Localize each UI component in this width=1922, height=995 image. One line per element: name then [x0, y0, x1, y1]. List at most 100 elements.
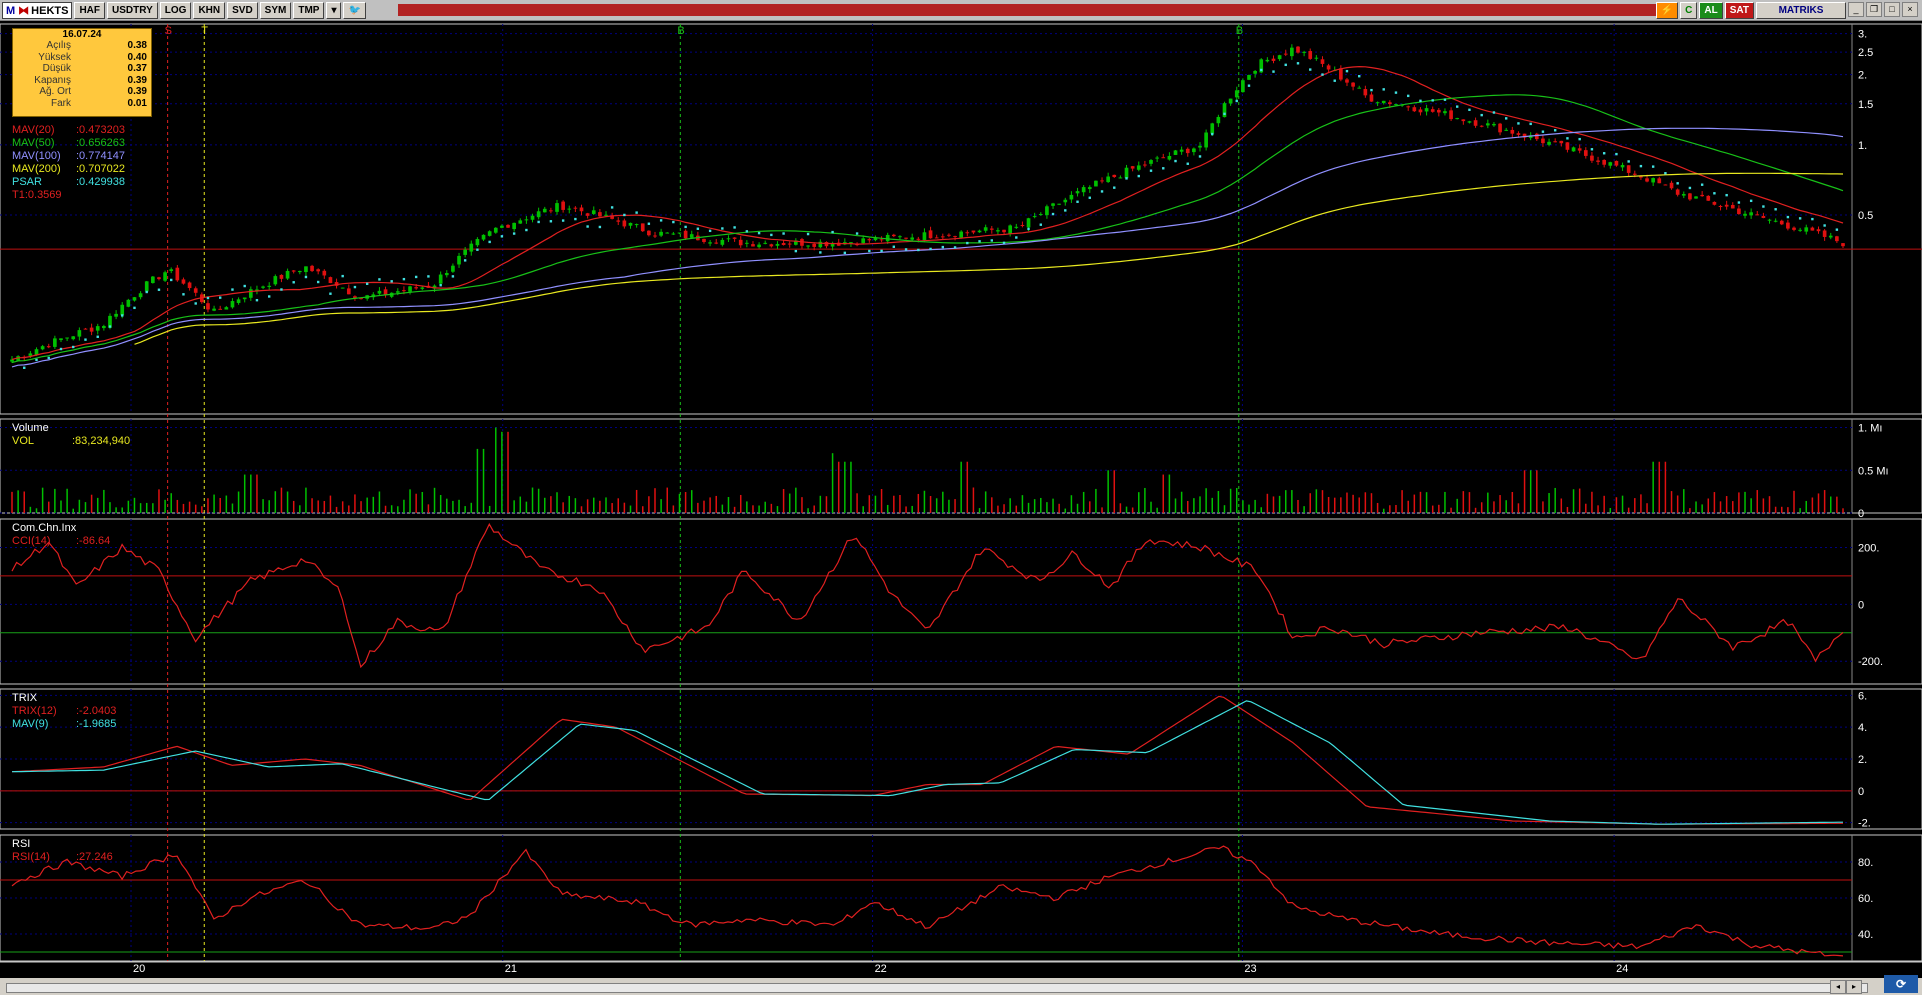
psar-dot	[255, 298, 259, 302]
psar-dot	[402, 277, 406, 281]
psar-dot	[1504, 117, 1508, 120]
psar-dot	[549, 220, 553, 223]
candle-body	[1516, 133, 1521, 135]
candle-body	[28, 353, 33, 356]
candle-body	[885, 234, 890, 242]
candle-body	[1828, 235, 1833, 238]
psar-dot	[1309, 68, 1312, 71]
dropdown-arrow-icon[interactable]: ▾	[326, 2, 342, 19]
psar-dot	[47, 356, 50, 360]
candle-body	[481, 234, 486, 240]
candle-body	[763, 242, 768, 244]
candle-body	[1283, 53, 1288, 55]
candle-body	[1534, 133, 1539, 140]
candle-body	[1761, 215, 1766, 218]
candle-body	[469, 243, 474, 252]
maximize-icon[interactable]: □	[1884, 2, 1900, 17]
candle-body	[512, 222, 516, 230]
candle-body	[1841, 243, 1845, 247]
haf-button[interactable]: HAF	[74, 2, 106, 19]
candle-body	[169, 269, 174, 271]
psar-dot	[1688, 186, 1692, 190]
candle-body	[193, 288, 198, 293]
scroll-right-icon[interactable]: ▸	[1846, 980, 1862, 994]
price-tick-label: 2.	[1858, 70, 1867, 82]
candle-body	[598, 212, 602, 217]
candle-body	[1608, 162, 1613, 166]
candle-body	[1479, 125, 1484, 127]
sync-corner-icon[interactable]: ⟳	[1884, 975, 1918, 993]
tmp-button[interactable]: TMP	[293, 2, 325, 19]
horizontal-scrollbar[interactable]	[6, 983, 1868, 993]
candle-body	[1290, 47, 1294, 57]
psar-dot	[1627, 160, 1630, 163]
candle-body	[604, 214, 608, 216]
sym-button[interactable]: SYM	[259, 2, 292, 19]
candle-body	[983, 227, 988, 231]
psar-dot	[1517, 122, 1520, 125]
info-row: Yüksek 0.40	[13, 52, 151, 64]
candle-body	[665, 232, 670, 234]
candle-body	[1712, 201, 1717, 205]
psar-dot	[512, 232, 516, 235]
usdtry-button[interactable]: USDTRY	[107, 2, 158, 19]
sell-button[interactable]: SAT	[1724, 2, 1754, 19]
log-button[interactable]: LOG	[159, 2, 192, 19]
signal-label: B	[677, 25, 684, 37]
psar-dot	[476, 248, 479, 251]
info-value: 0.40	[127, 51, 147, 63]
candle-body	[242, 297, 247, 300]
minimize-icon[interactable]: _	[1848, 2, 1864, 17]
scroll-left-icon[interactable]: ◂	[1830, 980, 1846, 994]
candle-body	[891, 234, 896, 237]
candle-body	[444, 272, 449, 276]
info-value: 0.01	[127, 97, 147, 109]
candle-body	[1143, 164, 1147, 166]
candle-body	[1320, 59, 1325, 64]
price-legend-name: MAV(200)	[12, 163, 61, 175]
trix-tick-label: 0	[1858, 786, 1864, 798]
candle-body	[1075, 191, 1080, 194]
svd-button[interactable]: SVD	[227, 2, 258, 19]
psar-dot	[1823, 224, 1826, 227]
restore-icon[interactable]: ❐	[1866, 2, 1882, 17]
price-legend-name: PSAR	[12, 176, 42, 188]
rsi-tick-label: 40.	[1858, 929, 1873, 941]
lightning-icon[interactable]: ⚡	[1655, 2, 1679, 19]
khn-button[interactable]: KHN	[193, 2, 226, 19]
candle-body	[328, 277, 333, 284]
twitter-icon[interactable]: 🐦	[343, 2, 366, 19]
candle-body	[206, 303, 210, 310]
candle-body	[285, 270, 290, 279]
psar-dot	[892, 245, 896, 248]
refresh-icon[interactable]: C	[1680, 2, 1698, 19]
candle-body	[1296, 46, 1300, 53]
psar-dot	[1615, 152, 1618, 156]
buy-button[interactable]: AL	[1699, 2, 1723, 19]
symbol-selector[interactable]: M ⧓ HEKTS	[2, 2, 73, 19]
candle-body	[940, 236, 945, 238]
candle-body	[861, 238, 866, 244]
candle-body	[1118, 177, 1123, 179]
candle-body	[536, 211, 541, 218]
psar-dot	[941, 245, 945, 249]
candle-body	[1449, 110, 1453, 120]
candle-body	[1798, 229, 1802, 231]
info-value: 0.39	[127, 74, 147, 86]
candle-body	[310, 265, 314, 272]
psar-dot	[1811, 217, 1814, 221]
candle-body	[1094, 180, 1098, 187]
psar-dot	[1786, 215, 1790, 219]
psar-dot	[1639, 164, 1643, 168]
psar-dot	[1456, 105, 1459, 108]
price-tick-label: 3.	[1858, 29, 1867, 41]
psar-dot	[1223, 112, 1226, 116]
candle-body	[806, 245, 810, 247]
candle-body	[1063, 199, 1068, 203]
price-legend-name: MAV(20)	[12, 124, 55, 136]
volume-title: Volume	[12, 422, 49, 434]
chart-area[interactable]: 20 21 22 23 24 3. 2.5 2. 1.5 1. 0.5 S T B B MAV(20):0.4…	[0, 21, 1922, 976]
psar-dot	[121, 314, 124, 317]
psar-dot	[1762, 205, 1765, 208]
close-icon[interactable]: ×	[1902, 2, 1918, 17]
